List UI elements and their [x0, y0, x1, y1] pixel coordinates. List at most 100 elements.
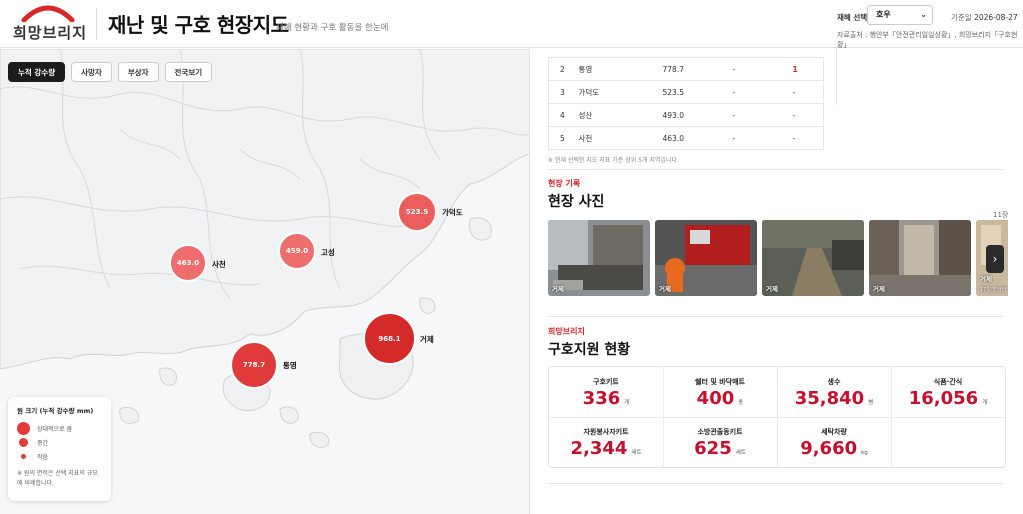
value-cell: 463.0	[662, 126, 733, 150]
stat-volunteer-kit: 자원봉사자키트 2,344 세트	[549, 417, 663, 468]
stat-food-snack: 식품·간식 16,056 개	[891, 367, 1005, 418]
rank-cell: 5	[548, 126, 579, 150]
photo-location: 거제	[873, 285, 885, 293]
relief-stats-grid: 구호키트 336 개 쉘터 및 바닥매트 400 동 생수 35,840 병 식품·간…	[548, 366, 1006, 468]
legend-circle-large	[17, 421, 30, 435]
logo-arc-icon	[21, 5, 75, 22]
legend-item-medium: 중간	[17, 435, 102, 449]
bubble-value: 968.1	[378, 334, 401, 343]
stat-number: 35,840	[794, 388, 865, 409]
stat-value: 16,056 개	[891, 388, 1005, 409]
ranking-table: 2 통영 778.7 - 1 3 가덕도 523.5 - - 4 성산 493.…	[548, 57, 824, 150]
photo-card[interactable]: 거제	[869, 220, 971, 296]
photo-date: 17일 발생한	[980, 287, 1007, 293]
stat-unit: 병	[868, 400, 874, 406]
logo[interactable]: 희망브리지	[10, 2, 90, 46]
legend-label: 작음	[37, 453, 49, 461]
legend-circle-small	[21, 453, 26, 459]
table-row[interactable]: 2 통영 778.7 - 1	[548, 57, 824, 81]
data-source: 자료출처 : 행안부「안전관리일일상황」, 희망브리지「구호현황」	[837, 31, 1018, 49]
map-view[interactable]: 누적 강수량 사망자 부상자 전국보기 463.0 사천 459.0 고성 52…	[0, 49, 530, 514]
relief-title: 구호지원 현황	[548, 342, 631, 358]
stat-relief-kit: 구호키트 336 개	[549, 367, 663, 418]
stat-unit: 개	[624, 400, 630, 406]
stat-label: 소방관출동키트	[697, 428, 743, 436]
tab-cumulative-rainfall[interactable]: 누적 강수량	[8, 62, 66, 82]
photo-card[interactable]: 거제	[655, 220, 757, 296]
legend-item-small: 작음	[17, 449, 102, 463]
value-cell: 493.0	[662, 103, 733, 127]
map-bubble-gadeokdo[interactable]: 523.5	[397, 192, 437, 232]
map-bubble-goseong[interactable]: 459.0	[278, 232, 316, 270]
map-metric-tabs: 누적 강수량 사망자 부상자 전국보기	[8, 62, 213, 82]
injuries-cell: -	[792, 103, 824, 127]
deaths-cell: -	[732, 57, 793, 81]
table-row[interactable]: 4 성산 493.0 - -	[548, 103, 824, 127]
stat-value: 9,660 kg	[777, 438, 891, 459]
page-subtitle: 재해 현황과 구호 활동을 한눈에	[276, 23, 389, 33]
value-cell: 523.5	[662, 80, 733, 104]
photo-carousel[interactable]: 거제 거제 거제 거제 거제 17일 발생한	[548, 220, 1008, 296]
deaths-cell: -	[732, 80, 793, 104]
photo-location: 거제	[659, 285, 671, 293]
stat-number: 9,660	[800, 438, 858, 459]
bubble-value: 778.7	[242, 361, 266, 369]
stat-value: 2,344 세트	[549, 438, 663, 459]
stat-label: 식품·간식	[933, 378, 963, 386]
bubble-value: 463.0	[176, 259, 200, 267]
map-bubble-sacheon[interactable]: 463.0	[169, 244, 207, 282]
bubble-label-sacheon: 사천	[212, 260, 226, 269]
legend-note: ※ 원의 면적은 선택 지표의 규모에 비례합니다.	[17, 470, 98, 487]
photo-card[interactable]: 거제	[548, 220, 650, 296]
section-divider	[548, 169, 1003, 170]
bubble-label-geoje: 거제	[420, 335, 434, 344]
header-divider	[96, 8, 97, 40]
legend-item-large: 상대적으로 큼	[17, 421, 102, 435]
rank-cell: 4	[548, 103, 579, 127]
table-row[interactable]: 3 가덕도 523.5 - -	[548, 80, 824, 104]
legend-label: 상대적으로 큼	[37, 425, 73, 433]
injuries-cell: -	[792, 126, 824, 150]
tab-injuries[interactable]: 부상자	[117, 62, 159, 82]
stat-laundry-vehicle: 세탁차량 9,660 kg	[777, 417, 891, 468]
photo-card[interactable]: 거제	[762, 220, 864, 296]
disaster-select[interactable]: 호우 ⌄	[867, 5, 933, 25]
disaster-select-label: 재해 선택	[837, 13, 868, 22]
map-legend: 원 크기 (누적 강수량 mm) 상대적으로 큼 중간 작음 ※ 원의 면적은 …	[8, 397, 111, 501]
info-panel[interactable]: 2 통영 778.7 - 1 3 가덕도 523.5 - - 4 성산 493.…	[531, 49, 1023, 514]
deaths-cell: -	[732, 103, 793, 127]
map-bubble-tongyeong[interactable]: 778.7	[230, 341, 278, 389]
stat-number: 16,056	[908, 388, 979, 409]
panel-divider	[836, 49, 837, 105]
page-title: 재난 및 구호 현장지도	[108, 13, 289, 37]
tab-nationwide[interactable]: 전국보기	[164, 62, 213, 82]
stat-unit: 개	[982, 400, 988, 406]
stat-value: 35,840 병	[777, 388, 891, 409]
stat-water: 생수 35,840 병	[777, 367, 891, 418]
photos-title: 현장 사진	[548, 194, 605, 210]
photo-location: 거제	[766, 285, 778, 293]
value-cell: 778.7	[662, 57, 733, 81]
stat-value: 336 개	[549, 388, 663, 409]
bubble-value: 523.5	[405, 208, 429, 216]
stat-shelter-mat: 쉘터 및 바닥매트 400 동	[663, 367, 777, 418]
tab-deaths[interactable]: 사망자	[71, 62, 112, 82]
relief-eyebrow: 희망브리지	[548, 327, 585, 336]
injuries-cell: 1	[792, 57, 824, 81]
region-cell: 가덕도	[578, 80, 663, 104]
stat-label: 생수	[827, 378, 841, 386]
stat-number: 400	[696, 388, 735, 409]
stat-number: 336	[582, 388, 621, 409]
stat-label: 쉘터 및 바닥매트	[695, 378, 745, 386]
rank-cell: 2	[548, 57, 579, 81]
section-divider	[548, 483, 1003, 484]
stat-label: 자원봉사자키트	[583, 428, 629, 436]
base-date-label: 기준일	[951, 13, 972, 22]
carousel-next-button[interactable]: ›	[986, 245, 1004, 273]
stat-number: 2,344	[570, 438, 628, 459]
map-bubble-geoje[interactable]: 968.1	[363, 312, 416, 365]
section-divider	[548, 316, 1003, 317]
base-date: 기준일 2026-08-27	[951, 12, 1018, 23]
table-row[interactable]: 5 사천 463.0 - -	[548, 126, 824, 150]
photos-eyebrow: 현장 기록	[548, 179, 581, 188]
